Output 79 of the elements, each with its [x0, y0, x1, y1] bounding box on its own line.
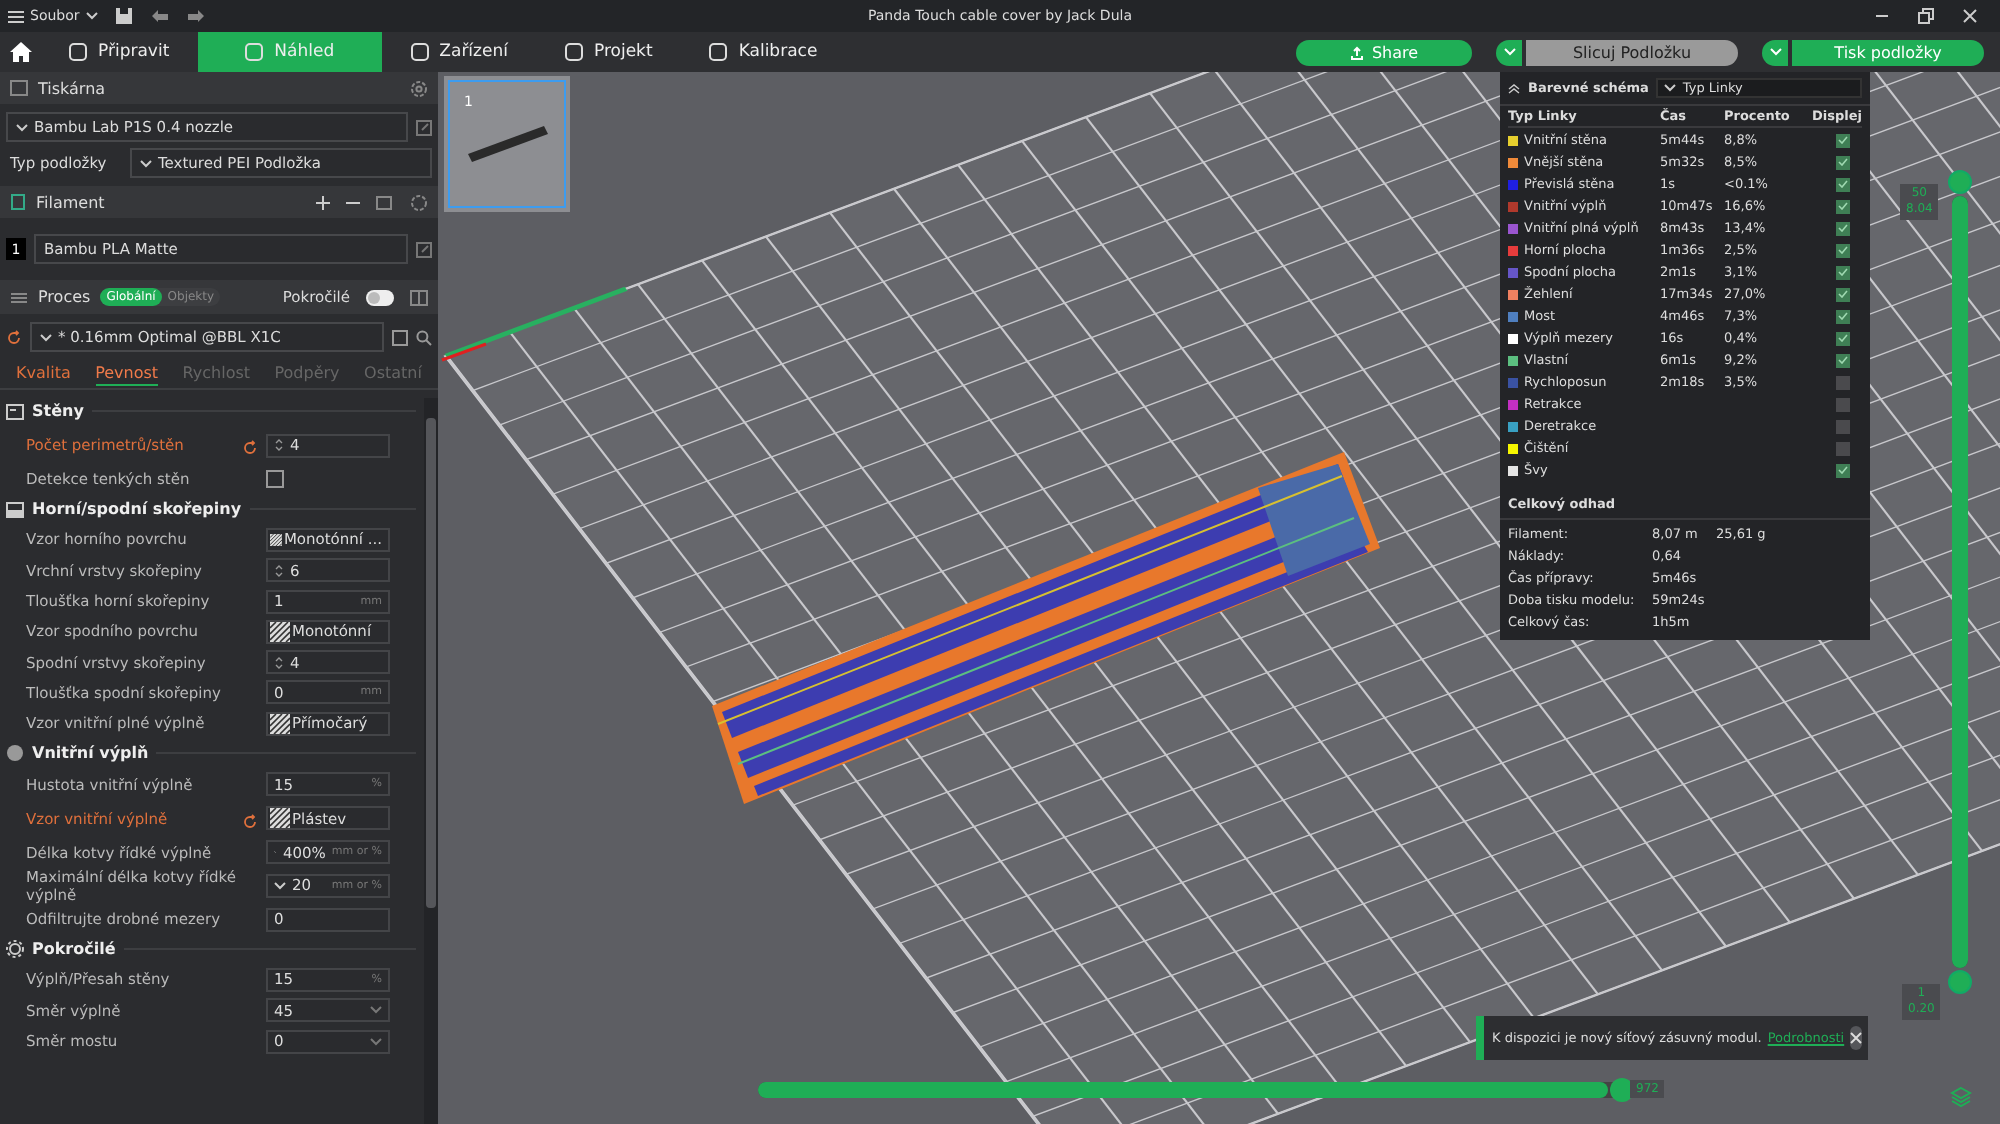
spin-arrows-icon[interactable] [274, 561, 284, 580]
display-checkbox[interactable] [1836, 155, 1850, 169]
display-checkbox[interactable] [1836, 353, 1850, 367]
section-heading: Pokročilé [32, 940, 116, 959]
advanced-toggle[interactable] [366, 289, 394, 305]
pattern-icon [270, 621, 290, 642]
layer-slider-fill[interactable] [1952, 196, 1968, 968]
display-checkbox[interactable] [1836, 177, 1850, 191]
display-checkbox[interactable] [1836, 199, 1850, 213]
chevron-down-icon [274, 881, 286, 890]
display-checkbox[interactable] [1836, 463, 1850, 477]
edit-icon[interactable] [416, 241, 432, 257]
pattern-icon [270, 713, 290, 734]
close-button[interactable] [1850, 1026, 1863, 1050]
dropdown-button[interactable] [1496, 39, 1522, 65]
pattern-icon [270, 529, 282, 550]
settings-tab[interactable]: Kvalita [16, 364, 71, 384]
reset-icon[interactable] [242, 440, 258, 456]
display-checkbox[interactable] [1836, 419, 1850, 433]
chevron-down-icon [1664, 84, 1677, 92]
infill-icon [6, 744, 24, 763]
slider-handle[interactable] [1948, 970, 1972, 994]
chevron-down-icon [370, 1006, 382, 1015]
tab[interactable]: Projekt [535, 32, 681, 72]
display-checkbox[interactable] [1836, 375, 1850, 389]
chevron-down-icon [16, 123, 28, 131]
tab[interactable]: Kalibrace [680, 32, 846, 72]
reset-icon[interactable] [6, 329, 22, 345]
move-slider-fill[interactable] [758, 1082, 1608, 1098]
upload-icon [1349, 45, 1364, 59]
settings-icon[interactable] [410, 193, 428, 211]
section-title: Proces [38, 288, 91, 306]
chevron-down-icon [140, 159, 152, 167]
scrollbar[interactable] [424, 398, 438, 1124]
display-checkbox[interactable] [1836, 243, 1850, 257]
chevron-down-icon [1769, 48, 1781, 56]
search-icon[interactable] [416, 329, 432, 345]
checkbox[interactable] [266, 470, 284, 489]
stack-icon [10, 289, 28, 305]
add-icon[interactable] [316, 195, 330, 209]
undo-icon[interactable] [149, 6, 170, 26]
tab[interactable]: Zařízení [381, 32, 536, 72]
display-checkbox[interactable] [1836, 397, 1850, 411]
close-icon[interactable] [1960, 6, 1980, 26]
spin-arrows-icon[interactable] [274, 653, 284, 672]
compare-icon[interactable] [410, 289, 428, 305]
pattern-icon [270, 808, 290, 829]
display-checkbox[interactable] [1836, 133, 1850, 147]
wall-icon [6, 403, 24, 419]
settings-icon[interactable] [410, 79, 428, 97]
gear-icon [6, 940, 24, 959]
display-checkbox[interactable] [1836, 221, 1850, 235]
redo-icon[interactable] [185, 6, 206, 26]
chevron-down-icon [1503, 48, 1515, 56]
chevron-down-icon [85, 12, 98, 20]
section-heading: Stěny [32, 402, 84, 420]
display-checkbox[interactable] [1836, 309, 1850, 323]
menu-icon [8, 9, 24, 23]
display-checkbox[interactable] [1836, 441, 1850, 455]
model-thumbnail-icon [463, 122, 551, 166]
reset-icon[interactable] [242, 813, 258, 830]
display-checkbox[interactable] [1836, 331, 1850, 345]
slice-button[interactable]: Slicuj Podložku [1526, 39, 1738, 65]
tab[interactable]: Připravit [40, 32, 198, 72]
section-title: Filament [36, 193, 105, 211]
display-checkbox[interactable] [1836, 265, 1850, 279]
section-heading: Vnitřní výplň [32, 744, 149, 763]
home-icon [9, 42, 31, 62]
chevron-down-icon [40, 333, 52, 341]
section-title: Tiskárna [38, 79, 106, 97]
edit-icon[interactable] [416, 119, 432, 135]
spin-arrows-icon[interactable] [274, 436, 284, 454]
settings-tab[interactable]: Pevnost [95, 363, 159, 385]
section-heading: Horní/spodní skořepiny [32, 500, 242, 519]
display-checkbox[interactable] [1836, 287, 1850, 301]
restore-icon[interactable] [1916, 6, 1936, 26]
collapse-icon[interactable] [1508, 83, 1520, 93]
dropdown-button[interactable] [1762, 39, 1788, 65]
chevron-down-icon [370, 1037, 382, 1045]
